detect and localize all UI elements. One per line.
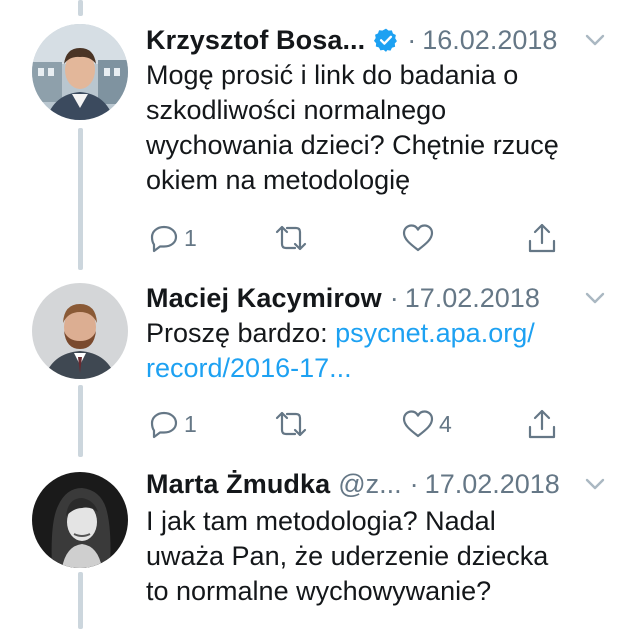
share-icon bbox=[528, 409, 556, 439]
tweet-date[interactable]: 16.02.2018 bbox=[422, 22, 557, 58]
tweet-text-line: Mogę prosić i link do badania o bbox=[146, 60, 519, 90]
like-button[interactable]: 4 bbox=[401, 404, 452, 444]
like-icon bbox=[402, 224, 434, 252]
separator: · bbox=[409, 469, 419, 499]
author-name[interactable]: Krzysztof Bosa... bbox=[146, 22, 365, 58]
tweet-text-prefix: Proszę bardzo: bbox=[146, 318, 336, 348]
avatar-maciej[interactable] bbox=[32, 283, 128, 379]
tweet-text-line: okiem na metodologię bbox=[146, 165, 411, 195]
reply-count: 1 bbox=[184, 224, 197, 251]
tweet-header: Marta Żmudka @z... · 17.02.2018 bbox=[146, 466, 611, 502]
tweet-maciej[interactable]: Maciej Kacymirow · 17.02.2018 Proszę bar… bbox=[0, 270, 623, 460]
chevron-down-icon[interactable] bbox=[581, 26, 609, 54]
tweet-header: Maciej Kacymirow · 17.02.2018 bbox=[146, 280, 611, 316]
avatar-krzysztof[interactable] bbox=[32, 24, 128, 120]
tweet-actions: 1 4 bbox=[146, 404, 576, 444]
share-button[interactable] bbox=[526, 404, 558, 444]
reply-icon bbox=[150, 411, 178, 439]
reply-button[interactable]: 1 bbox=[148, 404, 197, 444]
tweet-text: I jak tam metodologia? Nadal uważa Pan, … bbox=[146, 504, 606, 609]
chevron-down-icon[interactable] bbox=[581, 284, 609, 312]
tweet-krzysztof[interactable]: Krzysztof Bosa... · 16.02.2018 Mogę pros… bbox=[0, 0, 623, 270]
verified-badge-icon bbox=[374, 28, 398, 52]
tweet-actions: 1 bbox=[146, 218, 576, 258]
tweet-text-line: to normalne wychowywanie? bbox=[146, 576, 492, 606]
author-name[interactable]: Marta Żmudka bbox=[146, 466, 330, 502]
author-name[interactable]: Maciej Kacymirow bbox=[146, 280, 382, 316]
separator: · bbox=[407, 25, 417, 55]
tweet-link[interactable]: psycnet.apa.org/ bbox=[335, 318, 535, 348]
share-icon bbox=[528, 223, 556, 253]
separator: · bbox=[389, 283, 399, 313]
tweet-date[interactable]: 17.02.2018 bbox=[405, 280, 540, 316]
like-icon bbox=[402, 410, 434, 438]
chevron-down-icon[interactable] bbox=[581, 470, 609, 498]
author-handle[interactable]: @z... bbox=[338, 466, 401, 502]
share-button[interactable] bbox=[526, 218, 558, 258]
retweet-icon bbox=[275, 411, 307, 437]
tweet-text: Mogę prosić i link do badania o szkodliw… bbox=[146, 58, 606, 198]
like-button[interactable] bbox=[401, 218, 439, 258]
retweet-icon bbox=[275, 225, 307, 251]
reply-icon bbox=[150, 225, 178, 253]
tweet-text-line: szkodliwości normalnego bbox=[146, 95, 447, 125]
reply-button[interactable]: 1 bbox=[148, 218, 197, 258]
retweet-button[interactable] bbox=[272, 218, 314, 258]
like-count: 4 bbox=[439, 410, 452, 437]
reply-count: 1 bbox=[184, 410, 197, 437]
tweet-text-line: Proszę bardzo: psycnet.apa.org/ bbox=[146, 316, 606, 351]
tweet-header: Krzysztof Bosa... · 16.02.2018 bbox=[146, 22, 611, 58]
avatar-marta[interactable] bbox=[32, 472, 128, 568]
tweet-marta[interactable]: Marta Żmudka @z... · 17.02.2018 I jak ta… bbox=[0, 460, 623, 629]
tweet-text: Proszę bardzo: psycnet.apa.org/ record/2… bbox=[146, 316, 606, 386]
tweet-text-line: uważa Pan, że uderzenie dziecka bbox=[146, 541, 549, 571]
tweet-text-line: wychowania dzieci? Chętnie rzucę bbox=[146, 130, 559, 160]
tweet-date[interactable]: 17.02.2018 bbox=[425, 466, 560, 502]
retweet-button[interactable] bbox=[272, 404, 314, 444]
tweet-text-line: I jak tam metodologia? Nadal bbox=[146, 506, 496, 536]
tweet-link[interactable]: record/2016-17... bbox=[146, 351, 606, 386]
